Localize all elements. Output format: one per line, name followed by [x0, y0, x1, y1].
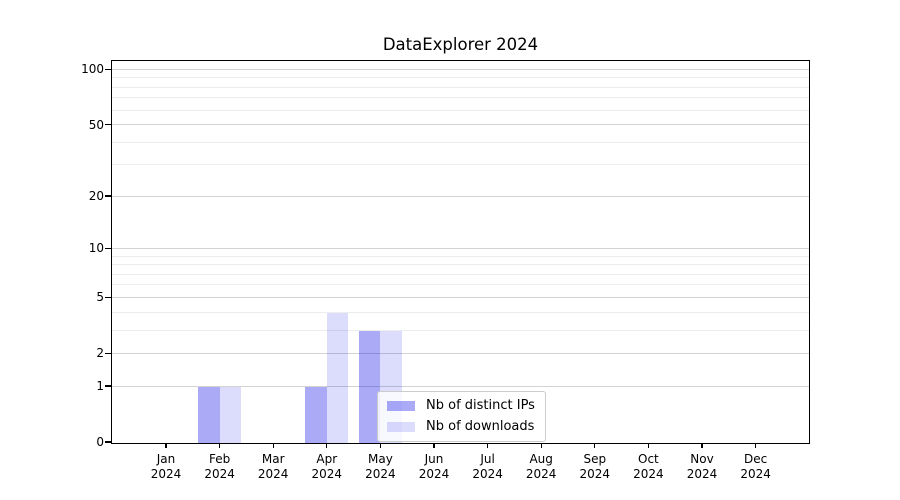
y-tick-label: 2	[62, 345, 104, 361]
y-tick-label: 0	[62, 434, 104, 450]
y-tick	[105, 124, 111, 125]
y-tick	[105, 385, 111, 386]
legend-swatch-ips	[387, 401, 415, 411]
gridline-major	[112, 353, 809, 354]
y-tick-label: 100	[62, 61, 104, 77]
gridline-minor	[112, 97, 809, 98]
y-tick	[105, 297, 111, 298]
legend: Nb of distinct IPs Nb of downloads	[377, 391, 546, 442]
x-tick	[541, 444, 542, 449]
y-tick	[105, 195, 111, 196]
x-tick-label-line: 2024	[720, 467, 792, 482]
legend-label: Nb of downloads	[426, 419, 534, 435]
y-tick	[105, 353, 111, 354]
x-tick	[165, 444, 166, 449]
y-tick	[105, 69, 111, 70]
gridline-minor	[112, 77, 809, 78]
x-tick	[380, 444, 381, 449]
gridline-major	[112, 124, 809, 125]
y-tick-label: 20	[62, 188, 104, 204]
gridline-minor	[112, 264, 809, 265]
bar-ips-feb	[198, 387, 219, 443]
gridline-minor	[112, 164, 809, 165]
x-tick	[326, 444, 327, 449]
gridline-minor	[112, 110, 809, 111]
y-tick-label: 10	[62, 240, 104, 256]
chart-title: DataExplorer 2024	[111, 35, 810, 54]
gridline-major	[112, 69, 809, 70]
y-tick-label: 50	[62, 117, 104, 133]
y-tick	[105, 441, 111, 442]
y-tick	[105, 248, 111, 249]
x-tick	[433, 444, 434, 449]
gridline-minor	[112, 284, 809, 285]
plot-area: 0125102050100Jan2024Feb2024Mar2024Apr202…	[111, 60, 810, 444]
legend-swatch-downloads	[387, 422, 415, 432]
gridline-major	[112, 196, 809, 197]
x-tick	[648, 444, 649, 449]
x-tick	[755, 444, 756, 449]
figure: DataExplorer 2024 0125102050100Jan2024Fe…	[0, 0, 900, 500]
gridline-major	[112, 297, 809, 298]
x-tick-label-dec: Dec2024	[720, 452, 792, 481]
y-tick-label: 1	[62, 378, 104, 394]
gridline-minor	[112, 142, 809, 143]
bar-downloads-apr	[327, 313, 348, 443]
x-tick	[701, 444, 702, 449]
x-tick	[273, 444, 274, 449]
legend-row: Nb of distinct IPs	[387, 398, 535, 414]
x-tick	[219, 444, 220, 449]
gridline-minor	[112, 274, 809, 275]
x-tick-label-line: Dec	[720, 452, 792, 467]
y-tick-label: 5	[62, 289, 104, 305]
gridline-minor	[112, 312, 809, 313]
legend-label: Nb of distinct IPs	[426, 398, 535, 414]
bar-downloads-feb	[220, 387, 241, 443]
x-tick	[594, 444, 595, 449]
gridline-minor	[112, 330, 809, 331]
x-tick	[487, 444, 488, 449]
gridline-minor	[112, 256, 809, 257]
gridline-minor	[112, 87, 809, 88]
bar-ips-apr	[305, 387, 326, 443]
legend-row: Nb of downloads	[387, 419, 535, 435]
gridline-major	[112, 248, 809, 249]
